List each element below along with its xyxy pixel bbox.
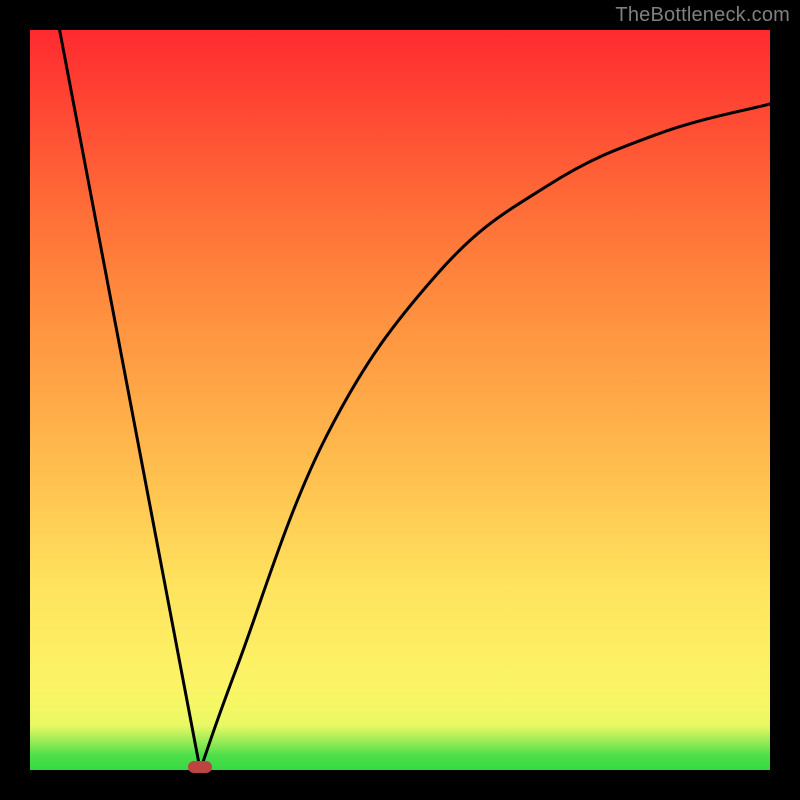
plot-area (30, 30, 770, 770)
minimum-marker (188, 761, 212, 773)
watermark-label: TheBottleneck.com (615, 4, 790, 27)
chart-frame: TheBottleneck.com (0, 0, 800, 800)
bottleneck-curve (30, 30, 770, 770)
